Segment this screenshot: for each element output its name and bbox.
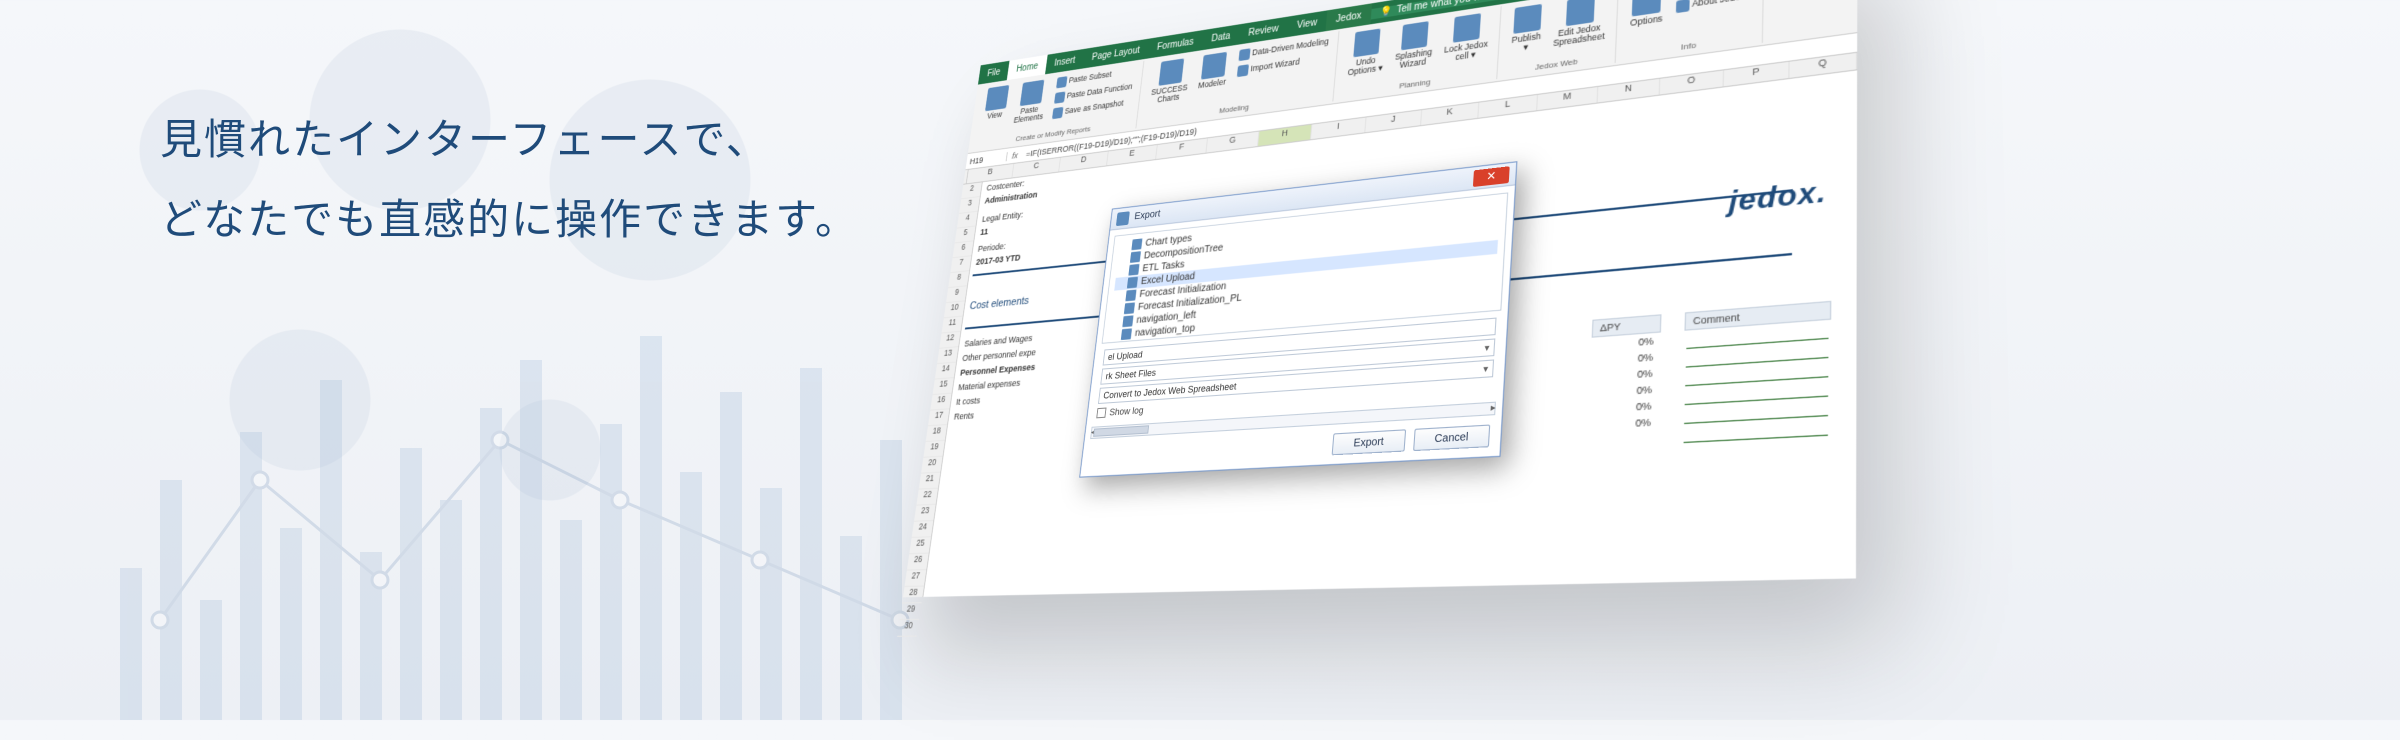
row-label: Personnel Expenses bbox=[960, 362, 1036, 378]
jedox-logo: jedox. bbox=[1729, 174, 1828, 219]
export-dialog: Export ✕ Chart typesDecompositionTreeETL… bbox=[1079, 161, 1517, 478]
file-icon bbox=[1127, 277, 1138, 289]
value-costcenter: Administration bbox=[984, 190, 1038, 206]
undo-options-button-icon bbox=[1354, 28, 1381, 57]
value-periode: 2017-03 YTD bbox=[975, 253, 1021, 267]
row-header-29[interactable]: 29 bbox=[900, 603, 922, 620]
close-icon[interactable]: ✕ bbox=[1473, 166, 1510, 187]
success-charts-button-icon bbox=[1159, 58, 1185, 85]
row-header-19[interactable]: 19 bbox=[923, 441, 944, 458]
dpy-value: 0% bbox=[1587, 414, 1658, 434]
line-chart-overlay bbox=[120, 320, 1020, 720]
label-periode: Periode: bbox=[977, 241, 1006, 253]
cancel-button[interactable]: Cancel bbox=[1413, 424, 1490, 451]
row-header-20[interactable]: 20 bbox=[921, 457, 943, 474]
row-header-25[interactable]: 25 bbox=[909, 537, 931, 554]
row-header-15[interactable]: 15 bbox=[933, 378, 954, 395]
save-as-snapshot-icon bbox=[1052, 107, 1063, 119]
group-label: Info bbox=[1681, 40, 1696, 52]
file-icon bbox=[1130, 251, 1141, 263]
modeler-button[interactable]: Modeler bbox=[1194, 49, 1233, 93]
splashing-wizard-button-icon bbox=[1401, 21, 1429, 50]
row-label: It costs bbox=[955, 395, 980, 407]
data-cell[interactable] bbox=[1070, 410, 1086, 423]
headline: 見慣れたインターフェースで、 どなたでも直感的に操作できます。 bbox=[160, 100, 859, 260]
undo-options-button[interactable]: UndoOptions ▾ bbox=[1343, 25, 1390, 80]
data-driven-modeling-icon bbox=[1239, 48, 1251, 61]
row-header-24[interactable]: 24 bbox=[912, 521, 934, 538]
lock-jedox-cell-button-icon bbox=[1453, 13, 1481, 43]
row-label: Material expenses bbox=[958, 378, 1021, 392]
file-icon bbox=[1131, 238, 1142, 250]
row-header-16[interactable]: 16 bbox=[930, 394, 951, 411]
dialog-icon bbox=[1116, 211, 1130, 226]
label-costcenter: Costcenter: bbox=[986, 179, 1025, 193]
lock-jedox-cell-button[interactable]: Lock Jedoxcell ▾ bbox=[1439, 9, 1494, 67]
paste-elements-button-icon bbox=[1020, 80, 1045, 106]
value-legal-entity: 11 bbox=[980, 227, 989, 237]
edit-jedox-spreadsheet-button-icon bbox=[1566, 0, 1595, 26]
file-icon bbox=[1125, 290, 1136, 302]
row-header-21[interactable]: 21 bbox=[919, 473, 941, 490]
row-label: Other personnel expe bbox=[962, 347, 1037, 363]
data-cell[interactable] bbox=[1072, 396, 1088, 409]
file-icon bbox=[1124, 302, 1135, 314]
row-header-14[interactable]: 14 bbox=[935, 363, 956, 380]
paste-data-function-icon bbox=[1054, 91, 1065, 103]
modeler-button-icon bbox=[1201, 52, 1227, 80]
row-header-13[interactable]: 13 bbox=[937, 347, 958, 364]
row-label: Rents bbox=[953, 410, 974, 421]
splashing-wizard-button[interactable]: SplashingWizard bbox=[1390, 18, 1439, 74]
row-header-26[interactable]: 26 bbox=[907, 554, 929, 571]
paste-subset-icon bbox=[1056, 76, 1067, 88]
file-icon bbox=[1128, 264, 1139, 276]
label-legal-entity: Legal Entity: bbox=[982, 210, 1024, 224]
about-jedox-icon bbox=[1676, 0, 1690, 13]
lightbulb-icon: 💡 bbox=[1380, 5, 1393, 17]
view-button-icon bbox=[985, 85, 1009, 111]
row-header-27[interactable]: 27 bbox=[904, 570, 926, 587]
row-header-23[interactable]: 23 bbox=[914, 505, 936, 522]
file-icon bbox=[1121, 328, 1132, 340]
export-button[interactable]: Export bbox=[1332, 429, 1407, 455]
about-jedox[interactable]: About Jedox bbox=[1671, 0, 1755, 16]
comment-column: Comment bbox=[1681, 301, 1831, 446]
excel-window: FileHomeInsertPage LayoutFormulasDataRev… bbox=[903, 0, 1857, 597]
success-charts-button[interactable]: SUCCESSCharts bbox=[1146, 55, 1195, 108]
view-button[interactable]: View bbox=[980, 83, 1013, 124]
row-header-22[interactable]: 22 bbox=[916, 489, 938, 506]
delta-py-column: ΔPY 0%0%0%0%0%0% bbox=[1587, 314, 1661, 434]
options-button[interactable]: Options bbox=[1626, 0, 1669, 31]
name-box[interactable]: H19 bbox=[966, 152, 1008, 166]
headline-line-2: どなたでも直感的に操作できます。 bbox=[160, 180, 859, 260]
row-header-17[interactable]: 17 bbox=[928, 409, 949, 426]
background-chart bbox=[120, 320, 1020, 720]
publish-button-icon bbox=[1513, 4, 1542, 34]
import-wizard-icon bbox=[1237, 64, 1249, 77]
row-header-28[interactable]: 28 bbox=[902, 587, 924, 604]
row-header-30[interactable]: 30 bbox=[897, 620, 919, 637]
paste-elements-button[interactable]: PasteElements bbox=[1010, 77, 1052, 128]
file-icon bbox=[1122, 315, 1133, 327]
publish-button[interactable]: Publish▾ bbox=[1507, 1, 1547, 57]
row-label: Salaries and Wages bbox=[964, 333, 1033, 349]
headline-line-1: 見慣れたインターフェースで、 bbox=[160, 100, 859, 180]
edit-jedox-spreadsheet-button[interactable]: Edit JedoxSpreadsheet bbox=[1548, 0, 1611, 52]
cost-elements-header: Cost elements bbox=[969, 295, 1030, 312]
row-header-18[interactable]: 18 bbox=[926, 425, 947, 442]
fx-label: fx bbox=[1007, 150, 1024, 161]
